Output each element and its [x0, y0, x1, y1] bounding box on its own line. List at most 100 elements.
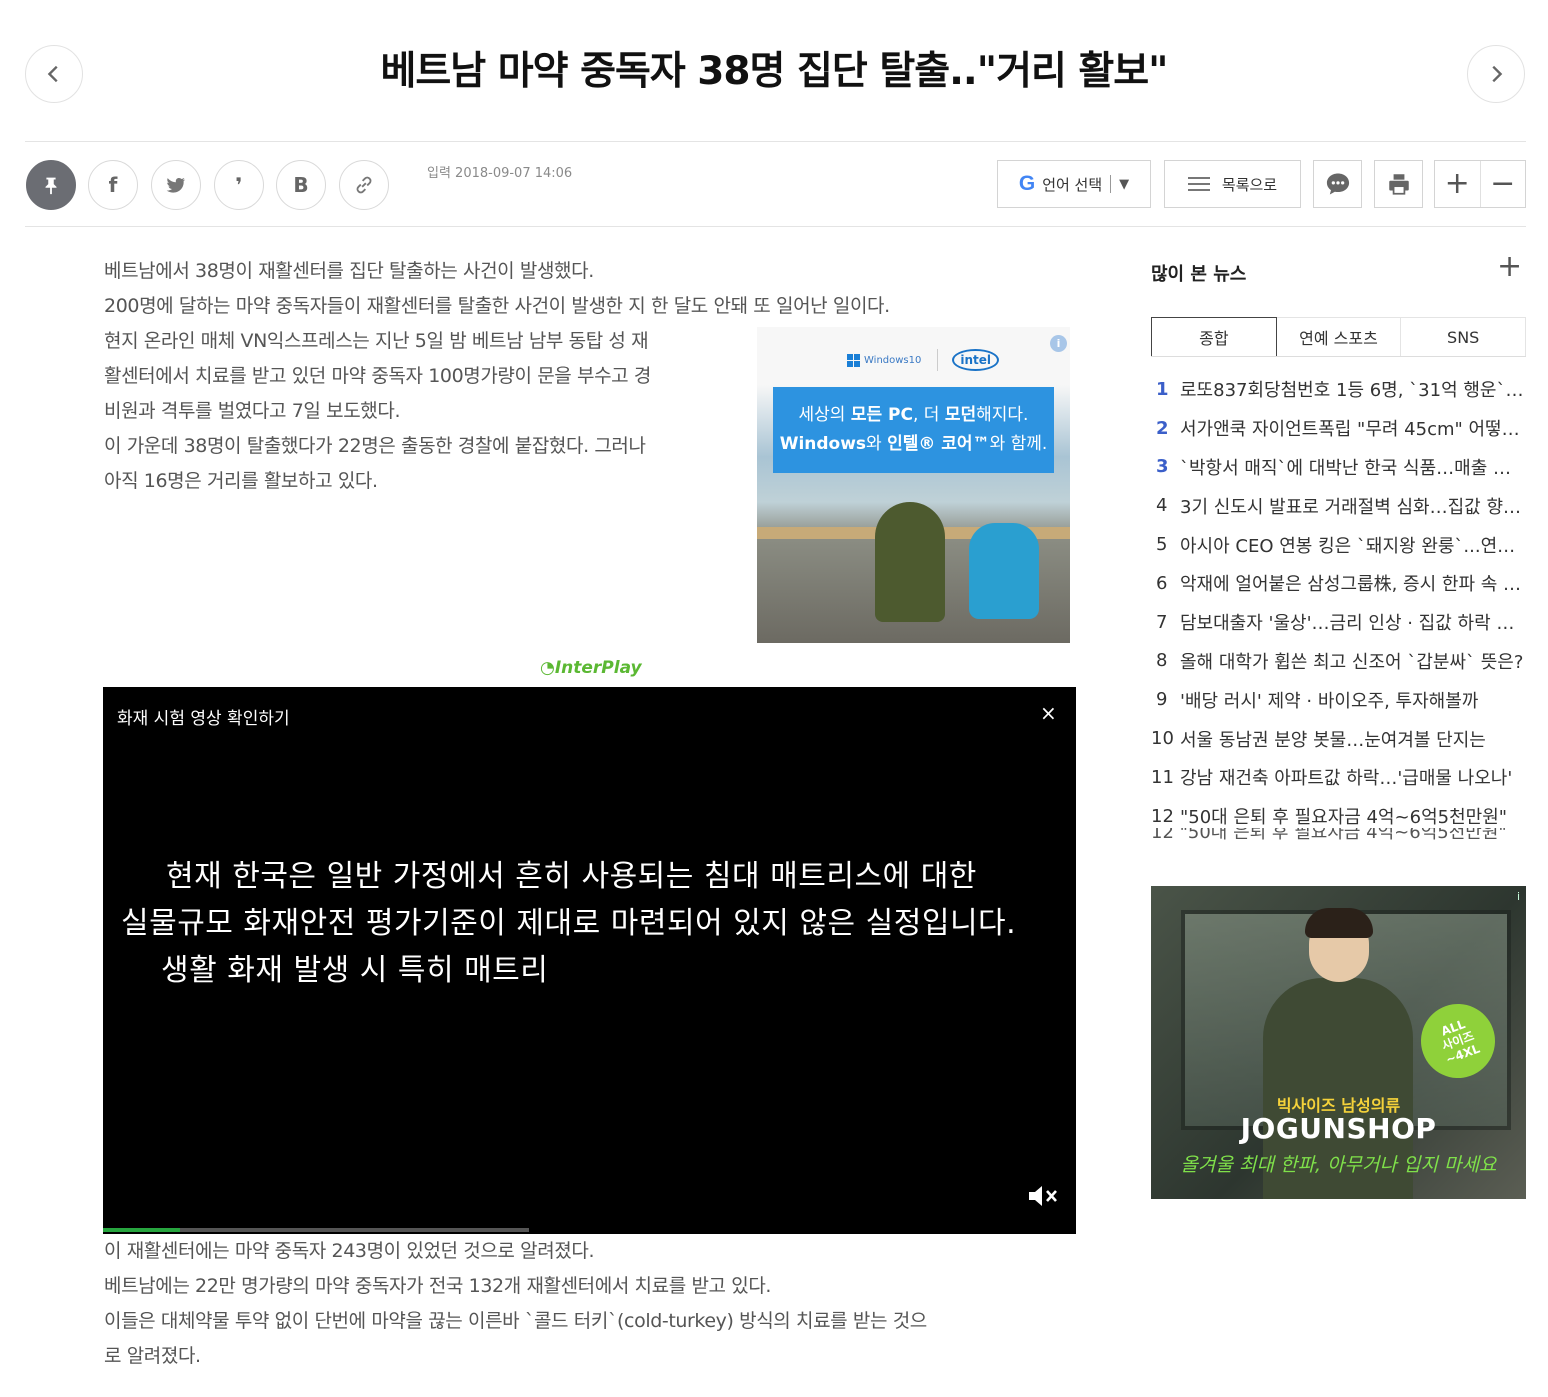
article-paragraph: 현지 온라인 매체 VN익스프레스는 지난 5일 밤 베트남 남부 동탑 성 재: [104, 330, 649, 352]
facebook-share-button[interactable]: f: [88, 160, 138, 210]
popular-news-item[interactable]: 11 강남 재건축 아파트값 하락…'급매물 나오나': [1151, 758, 1526, 797]
popular-news-title: 많이 본 뉴스: [1151, 264, 1247, 285]
popular-news-headline: 올해 대학가 휩쓴 최고 신조어 `갑분싸` 뜻은?: [1180, 651, 1524, 673]
video-progress-bar[interactable]: [103, 1228, 529, 1232]
video-close-button[interactable]: ×: [1040, 701, 1057, 725]
popular-news-rank: 6: [1156, 572, 1168, 594]
popular-news-rank: 9: [1156, 689, 1168, 711]
kakaostory-icon: ❜: [235, 173, 243, 197]
facebook-icon: f: [108, 173, 118, 197]
ad-photo-person: [875, 502, 945, 622]
popular-news-more-button[interactable]: +: [1497, 252, 1522, 282]
popular-news-headline: 로또837회당첨번호 1등 6명, `31억 행운` 당첨 판매점은?: [1180, 380, 1526, 402]
popular-news-rank: 2: [1156, 417, 1169, 439]
kakaostory-share-button[interactable]: ❜: [214, 160, 264, 210]
popular-news-headline: "50대 은퇴 후 필요자금 4억~6억5천만원": [1180, 807, 1508, 829]
divider: [25, 226, 1526, 227]
ad-logos: Windows10 intel: [847, 349, 1000, 371]
article-paragraph: 로 알려졌다.: [104, 1345, 201, 1367]
ad-photo-backpack: [969, 523, 1039, 619]
article-headline: 베트남 마약 중독자 38명 집단 탈출.."거리 활보": [380, 49, 1169, 94]
popular-news-headline: 3기 신도시 발표로 거래절벽 심화…집값 향방은: [1180, 496, 1526, 518]
popular-news-rank: 11: [1151, 766, 1174, 788]
printer-icon: [1388, 174, 1409, 195]
popular-news-rank: 3: [1156, 456, 1169, 478]
comment-icon: [1326, 173, 1349, 195]
language-select[interactable]: G 언어 선택 ▼: [997, 160, 1151, 208]
video-player[interactable]: 화재 시험 영상 확인하기 × 현재 한국은 일반 가정에서 흔히 사용되는 침…: [103, 687, 1076, 1234]
font-size-decrease-button[interactable]: −: [1479, 161, 1526, 207]
interplay-logo: ◔InterPlay: [540, 658, 642, 678]
tab-sns[interactable]: SNS: [1401, 317, 1527, 356]
video-caption-line: 생활 화재 발생 시 특히 매트리: [161, 953, 549, 988]
divider: [25, 141, 1526, 142]
popular-news-headline: 아시아 CEO 연봉 킹은 `돼지왕 완룽`...연봉 2조원: [1180, 535, 1526, 557]
article-paragraph: 이 가운데 38명이 탈출했다가 22명은 출동한 경찰에 붙잡혔다. 그러나: [104, 435, 646, 457]
popular-news-item[interactable]: 6 악재에 얼어붙은 삼성그룹株, 증시 한파 속 반등할까: [1151, 564, 1526, 603]
popular-news-item[interactable]: 7 담보대출자 '울상'…금리 인상 · 집값 하락 이중고: [1151, 603, 1526, 642]
popular-news-item[interactable]: 8 올해 대학가 휩쓴 최고 신조어 `갑분싸` 뜻은?: [1151, 642, 1526, 681]
ad-slogan: 올겨울 최대 한파, 아무거나 입지 마세요: [1180, 1154, 1497, 1176]
popular-news-headline: 악재에 얼어붙은 삼성그룹株, 증시 한파 속 반등할까: [1180, 574, 1526, 596]
previous-article-button[interactable]: [25, 45, 83, 103]
article-paragraph: 이들은 대체약물 투약 없이 단번에 마약을 끊는 이른바 `콜드 터키`(co…: [104, 1310, 927, 1332]
back-to-list-button[interactable]: 목록으로: [1164, 160, 1301, 208]
popular-news-headline: 강남 재건축 아파트값 하락…'급매물 나오나': [1180, 768, 1513, 790]
popular-news-item[interactable]: 5 아시아 CEO 연봉 킹은 `돼지왕 완룽`...연봉 2조원: [1151, 525, 1526, 564]
advertisement-jogunshop[interactable]: ALL 사이즈 ~4XL 빅사이즈 남성의류 JOGUNSHOP 올겨울 최대 한파…: [1151, 886, 1526, 1199]
popular-news-item[interactable]: 10 서울 동남권 분양 봇물…눈여겨볼 단지는: [1151, 719, 1526, 758]
tab-overall[interactable]: 종합: [1151, 317, 1277, 356]
popular-news-rank: 5: [1156, 534, 1168, 556]
divider: [1110, 175, 1112, 193]
windows-icon: [847, 353, 860, 367]
mute-icon[interactable]: [1027, 1185, 1059, 1207]
font-size-increase-button[interactable]: +: [1435, 161, 1480, 207]
comment-button[interactable]: [1313, 160, 1362, 208]
copy-link-button[interactable]: [339, 160, 389, 210]
popular-news-rank: 4: [1156, 495, 1168, 517]
popular-news-item[interactable]: 4 3기 신도시 발표로 거래절벽 심화…집값 향방은: [1151, 486, 1526, 525]
ad-photo-model-hair: [1305, 908, 1373, 938]
popular-news-rank: 12: [1151, 805, 1174, 827]
ad-info-icon[interactable]: i: [1050, 335, 1067, 352]
intel-logo: intel: [937, 349, 1000, 371]
pin-icon: [45, 177, 57, 195]
popular-news-ticker-overflow: 12 "50대 은퇴 후 필요자금 4억~6억5천만원": [1151, 828, 1507, 843]
ad-info-icon[interactable]: i: [1517, 890, 1520, 903]
blog-share-button[interactable]: B: [276, 160, 326, 210]
article-paragraph: 베트남에는 22만 명가량의 마약 중독자가 전국 132개 재활센터에서 치료…: [104, 1275, 772, 1297]
blog-icon: B: [293, 173, 309, 197]
article-paragraph: 비원과 격투를 벌였다고 7일 보도했다.: [104, 400, 401, 422]
popular-news-headline: `박항서 매직`에 대박난 한국 식품…매출 급증: [1180, 457, 1526, 479]
popular-news-headline: 담보대출자 '울상'…금리 인상 · 집값 하락 이중고: [1180, 613, 1526, 635]
popular-news-item[interactable]: 9 '배당 러시' 제약 · 바이오주, 투자해볼까: [1151, 680, 1526, 719]
popular-news-rank: 8: [1156, 650, 1168, 672]
popular-news-item[interactable]: 1 로또837회당첨번호 1등 6명, `31억 행운` 당첨 판매점은?: [1151, 370, 1526, 409]
chevron-right-icon: [1492, 65, 1503, 83]
popular-news-headline: 서가앤쿡 자이언트폭립 "무려 45cm" 어떻게 먹나: [1180, 419, 1526, 441]
link-icon: [356, 176, 372, 194]
chevron-down-icon: ▼: [1119, 176, 1130, 192]
google-icon: G: [1018, 172, 1036, 195]
video-progress-fill: [103, 1228, 180, 1232]
popular-news-item[interactable]: 3 `박항서 매직`에 대박난 한국 식품…매출 급증: [1151, 448, 1526, 487]
article-paragraph: 200명에 달하는 마약 중독자들이 재활센터를 탈출한 사건이 발생한 지 한…: [104, 295, 890, 317]
advertisement-windows-intel[interactable]: i Windows10 intel 세상의 모든 PC, 더 모던해지다. Wi…: [757, 327, 1070, 643]
next-article-button[interactable]: [1467, 45, 1525, 103]
popular-news-headline: '배당 러시' 제약 · 바이오주, 투자해볼까: [1180, 690, 1479, 712]
pin-button[interactable]: [26, 160, 76, 210]
article-paragraph: 베트남에서 38명이 재활센터를 집단 탈출하는 사건이 발생했다.: [104, 260, 594, 282]
ad-brand-name: JOGUNSHOP: [1240, 1112, 1437, 1145]
popular-news-list: 1 로또837회당첨번호 1등 6명, `31억 행운` 당첨 판매점은? 2 서가앤…: [1151, 370, 1526, 836]
windows-label: Windows10: [864, 354, 922, 366]
ad-banner-text: 세상의 모든 PC, 더 모던해지다. Windows와 인텔® 코어™와 함께…: [773, 387, 1054, 473]
video-caption-line: 실물규모 화재안전 평가기준이 제대로 마련되어 있지 않은 실정입니다.: [121, 906, 1017, 941]
twitter-share-button[interactable]: [151, 160, 201, 210]
popular-news-item[interactable]: 2 서가앤쿡 자이언트폭립 "무려 45cm" 어떻게 먹나: [1151, 409, 1526, 448]
tab-entertainment-sports[interactable]: 연예 스포츠: [1276, 317, 1402, 356]
popular-news-rank: 1: [1156, 378, 1169, 400]
language-select-label: 언어 선택: [1042, 175, 1103, 194]
print-button[interactable]: [1374, 160, 1423, 208]
back-to-list-label: 목록으로: [1221, 175, 1278, 194]
chevron-left-icon: [47, 65, 58, 83]
